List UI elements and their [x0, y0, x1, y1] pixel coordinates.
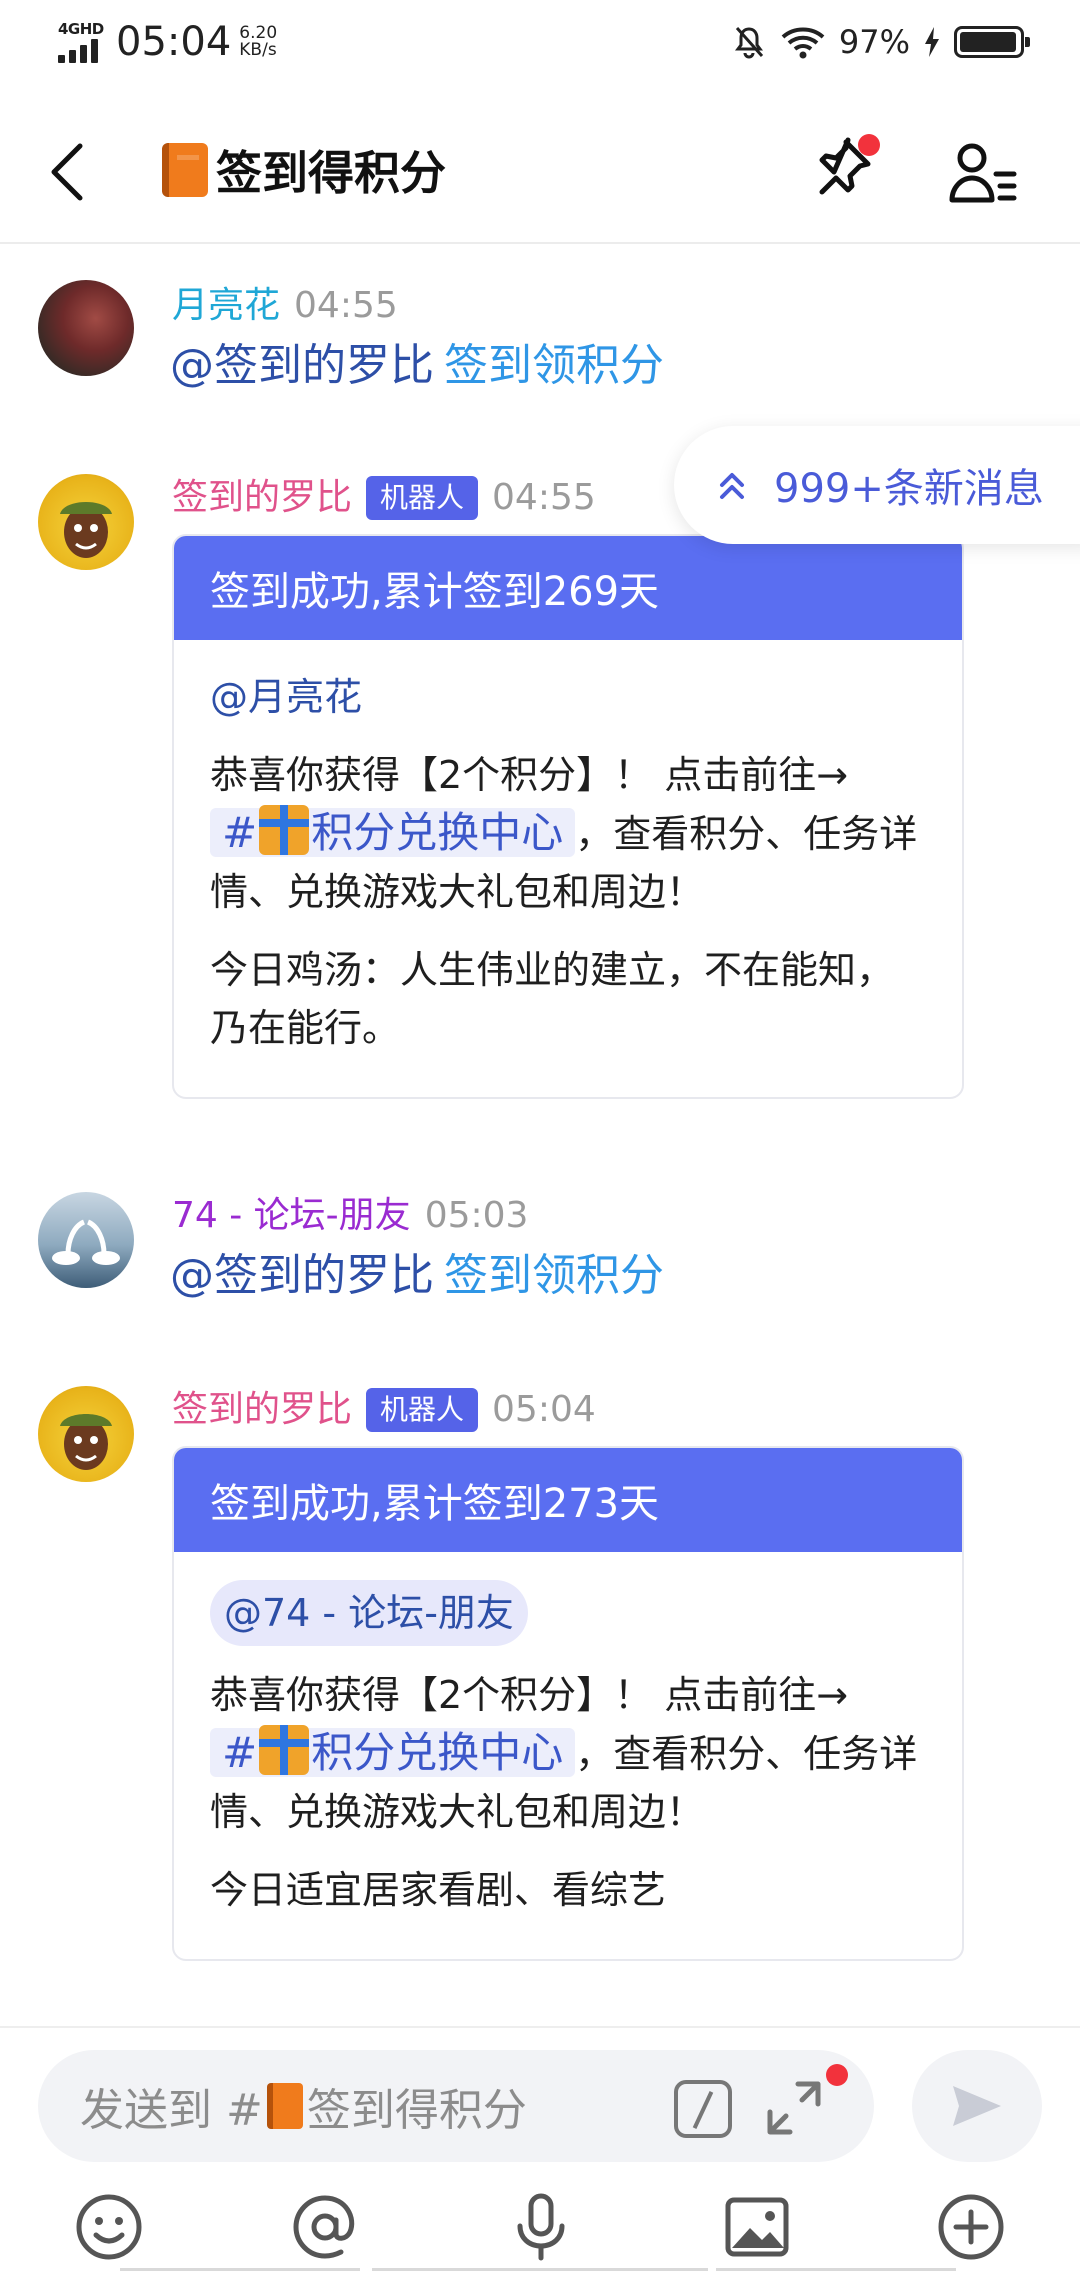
slash-command-icon[interactable] [674, 2080, 732, 2138]
reward-line: 恭喜你获得【2个积分】！ 点击前往→ [210, 753, 849, 797]
composer: 发送到 # 签到得积分 [0, 2026, 1080, 2280]
input-placeholder-prefix: 发送到 # [80, 2085, 263, 2136]
charging-icon [925, 27, 939, 57]
message-time: 04:55 [492, 477, 596, 518]
mention-link[interactable]: @签到的罗比 [170, 340, 434, 391]
checkin-card: 签到成功,累计签到269天 @月亮花 恭喜你获得【2个积分】！ 点击前往→ # 积… [172, 534, 964, 1099]
gift-icon [259, 805, 310, 855]
book-icon [162, 143, 208, 197]
message-list[interactable]: 月亮花 04:55 @签到的罗比 签到领积分 签到的罗比 机器人 04:55 签到… [0, 246, 1080, 2026]
message-time: 04:55 [294, 285, 398, 326]
card-reward-text: 恭喜你获得【2个积分】！ 点击前往→ # 积分兑换中心 ，查看积分、任务详情、兑换游… [210, 746, 926, 921]
status-bar: 4GHD 05:04 6.20 KB/s 97% [0, 0, 1080, 84]
channel-hash: # [222, 808, 258, 857]
battery-icon [954, 26, 1030, 58]
card-body: @月亮花 恭喜你获得【2个积分】！ 点击前往→ # 积分兑换中心 ，查看积分、任务详… [174, 640, 962, 1097]
battery-percent: 97% [838, 23, 910, 61]
double-chevron-up-icon [720, 473, 744, 499]
message-time: 05:04 [492, 1389, 596, 1430]
channel-link[interactable]: # 积分兑换中心 [210, 1725, 576, 1777]
chat-header: 签到得积分 [0, 84, 1080, 244]
back-arrow-icon[interactable] [44, 142, 94, 202]
avatar[interactable] [38, 474, 134, 570]
notification-dot [826, 2064, 848, 2086]
emoji-icon[interactable] [72, 2190, 146, 2264]
message-text: @签到的罗比 签到领积分 [170, 338, 664, 394]
send-icon [953, 2086, 1001, 2126]
avatar[interactable] [38, 1386, 134, 1482]
card-quote: 今日鸡汤：人生伟业的建立，不在能知，乃在能行。 [210, 948, 895, 1050]
channel-name: 积分兑换中心 [311, 808, 564, 857]
card-quote: 今日适宜居家看剧、看综艺 [210, 1868, 667, 1912]
channel-link[interactable]: # 积分兑换中心 [210, 805, 576, 857]
reward-line: 恭喜你获得【2个积分】！ 点击前往→ [210, 1673, 849, 1717]
speed-unit: KB/s [239, 40, 277, 60]
channel-name: 积分兑换中心 [311, 1728, 564, 1777]
message-meta: 签到的罗比 机器人 05:04 [172, 1388, 596, 1432]
input-placeholder-channel: 签到得积分 [306, 2085, 527, 2136]
card-title: 签到成功,累计签到273天 [174, 1448, 962, 1552]
author-name[interactable]: 签到的罗比 [172, 1388, 352, 1432]
mute-bell-icon [734, 27, 763, 59]
network-speed: 6.20 KB/s [239, 25, 277, 59]
message-meta: 月亮花 04:55 [172, 284, 398, 328]
checkin-card: 签到成功,累计签到273天 @74 - 论坛-朋友 恭喜你获得【2个积分】！ 点… [172, 1446, 964, 1961]
bot-avatar-icon [60, 1414, 112, 1470]
clock: 05:04 [116, 19, 232, 65]
plus-icon[interactable] [934, 2190, 1008, 2264]
card-reward-text: 恭喜你获得【2个积分】！ 点击前往→ # 积分兑换中心 ，查看积分、任务详情、兑换游… [210, 1666, 926, 1841]
avatar[interactable] [38, 1192, 134, 1288]
new-messages-label: 999+条新消息 [774, 466, 1044, 512]
bot-avatar-icon [60, 502, 112, 558]
notification-dot [858, 134, 880, 156]
author-name[interactable]: 74 - 论坛-朋友 [172, 1194, 411, 1238]
signal-indicator: 4GHD [58, 19, 108, 63]
mention-link[interactable]: @签到的罗比 [170, 1250, 434, 1301]
bot-badge: 机器人 [366, 1388, 479, 1432]
composer-toolbar [0, 2190, 1080, 2270]
command-link[interactable]: 签到领积分 [444, 340, 664, 391]
member-list-icon[interactable] [948, 140, 1018, 206]
at-icon[interactable] [288, 2190, 362, 2264]
avatar[interactable] [38, 280, 134, 376]
bottom-edge [0, 2268, 1080, 2280]
microphone-icon[interactable] [504, 2190, 578, 2264]
expand-icon[interactable] [764, 2078, 824, 2138]
gift-icon [259, 1725, 310, 1775]
author-name[interactable]: 签到的罗比 [172, 476, 352, 520]
network-type: 4GHD [58, 19, 104, 38]
page-title: 签到得积分 [216, 146, 446, 200]
card-mention[interactable]: @月亮花 [210, 668, 362, 726]
channel-hash: # [222, 1728, 258, 1777]
wifi-icon [781, 27, 825, 59]
channel-title: 签到得积分 [162, 138, 446, 202]
swan-avatar-icon [52, 1219, 120, 1265]
bot-badge: 机器人 [366, 476, 479, 520]
message-meta: 签到的罗比 机器人 04:55 [172, 476, 596, 520]
new-messages-button[interactable]: 999+条新消息 [674, 426, 1080, 544]
message-meta: 74 - 论坛-朋友 05:03 [172, 1194, 528, 1238]
image-icon[interactable] [720, 2190, 794, 2264]
card-title: 签到成功,累计签到269天 [174, 536, 962, 640]
card-mention[interactable]: @74 - 论坛-朋友 [210, 1580, 528, 1646]
message-input[interactable]: 发送到 # 签到得积分 [38, 2050, 874, 2162]
author-name[interactable]: 月亮花 [172, 284, 280, 328]
message-text: @签到的罗比 签到领积分 [170, 1248, 664, 1304]
card-body: @74 - 论坛-朋友 恭喜你获得【2个积分】！ 点击前往→ # 积分兑换中心 ，查… [174, 1552, 962, 1959]
book-icon [266, 2083, 303, 2129]
send-button[interactable] [912, 2050, 1042, 2162]
command-link[interactable]: 签到领积分 [444, 1250, 664, 1301]
message-time: 05:03 [424, 1195, 529, 1236]
signal-bars-icon [58, 38, 98, 63]
